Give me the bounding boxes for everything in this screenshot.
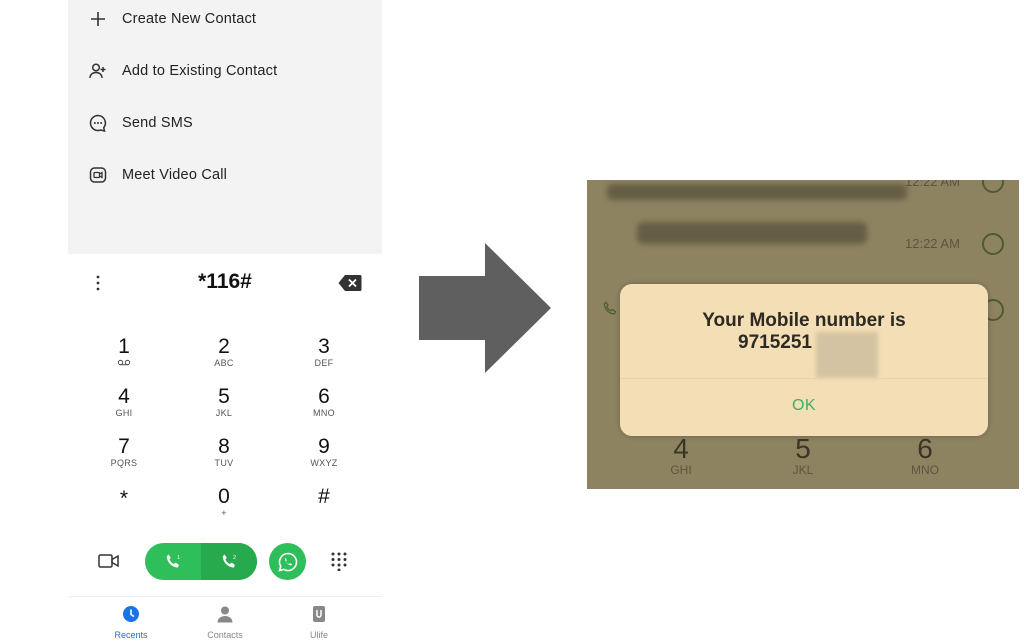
menu-item-label: Add to Existing Contact: [122, 63, 278, 79]
phone-icon: [603, 301, 617, 315]
phone-sim1-icon: 1: [166, 554, 180, 568]
call-sim1-button[interactable]: 1: [145, 543, 201, 580]
call-time: 12:22 AM: [905, 180, 960, 189]
right-arrow-icon: [419, 243, 551, 373]
ok-button[interactable]: OK: [620, 397, 988, 415]
menu-item-label: Create New Contact: [122, 11, 257, 27]
key-4: 4 GHI: [670, 433, 692, 478]
key-6[interactable]: 6 MNO: [294, 386, 354, 419]
ussd-result-screenshot: 12:22 AM 12:22 AM 4 GHI 5 JKL 6 MNO Your…: [587, 180, 1019, 489]
call-time: 12:22 AM: [905, 236, 960, 251]
bottom-tab-bar: Recents Contacts Ulife: [68, 596, 382, 643]
blurred-call-log-row: [607, 184, 907, 200]
create-new-contact-item[interactable]: Create New Contact: [88, 4, 256, 34]
tab-recents[interactable]: Recents: [91, 605, 171, 643]
redacted-digits: [816, 332, 878, 378]
key-5[interactable]: 5 JKL: [194, 386, 254, 419]
dialog-message: Your Mobile number is: [702, 310, 906, 331]
tab-ulife[interactable]: Ulife: [279, 605, 359, 643]
key-2[interactable]: 2 ABC: [194, 336, 254, 369]
key-6: 6 MNO: [911, 433, 939, 478]
key-4[interactable]: 4 GHI: [94, 386, 154, 419]
backspace-icon[interactable]: [338, 274, 362, 292]
whatsapp-call-button[interactable]: [269, 543, 306, 580]
key-7[interactable]: 7 PQRS: [94, 436, 154, 469]
phone-sim2-icon: 2: [222, 554, 236, 568]
clock-icon: [123, 606, 139, 622]
svg-text:2: 2: [233, 555, 236, 561]
key-8[interactable]: 8 TUV: [194, 436, 254, 469]
svg-text:1: 1: [177, 555, 180, 561]
dialer-overflow-menu: Create New Contact Add to Existing Conta…: [68, 0, 382, 254]
add-to-existing-contact-item[interactable]: Add to Existing Contact: [88, 56, 277, 86]
dialer-action-row: 1 2: [68, 542, 382, 582]
key-0[interactable]: 0 +: [194, 486, 254, 519]
key-3[interactable]: 3 DEF: [294, 336, 354, 369]
key-star[interactable]: *: [94, 488, 154, 510]
meet-video-call-item[interactable]: Meet Video Call: [88, 160, 227, 190]
video-call-icon[interactable]: [98, 553, 120, 569]
blurred-call-log-row: [637, 222, 867, 244]
dialog-divider: [620, 378, 988, 379]
key-1[interactable]: 1: [94, 336, 154, 369]
key-hash[interactable]: #: [294, 486, 354, 508]
add-person-icon: [88, 61, 108, 81]
menu-item-label: Meet Video Call: [122, 167, 228, 183]
key-9[interactable]: 9 WXYZ: [294, 436, 354, 469]
dialer: *116# 1 2 ABC 3 DEF 4 GHI 5 JKL 6 MNO 7 …: [68, 254, 382, 642]
mobile-number: 9715251: [738, 332, 812, 353]
dialed-number-field[interactable]: *116#: [68, 270, 382, 294]
menu-item-label: Send SMS: [122, 115, 193, 131]
meet-video-icon: [88, 165, 108, 185]
voicemail-icon: [94, 358, 154, 369]
ussd-dialog: Your Mobile number is 9715251 OK: [620, 284, 988, 436]
sms-icon: [88, 113, 108, 133]
ulife-icon: [313, 606, 325, 622]
person-icon: [217, 606, 233, 623]
info-icon: [982, 180, 1004, 193]
key-5: 5 JKL: [792, 433, 814, 478]
whatsapp-icon: [277, 552, 297, 572]
info-icon: [982, 233, 1004, 255]
send-sms-item[interactable]: Send SMS: [88, 108, 193, 138]
tab-contacts[interactable]: Contacts: [185, 605, 265, 643]
plus-icon: [88, 9, 108, 29]
dual-sim-call-button: 1 2: [145, 543, 257, 580]
dialpad-icon[interactable]: [330, 551, 348, 571]
call-sim2-button[interactable]: 2: [201, 543, 257, 580]
